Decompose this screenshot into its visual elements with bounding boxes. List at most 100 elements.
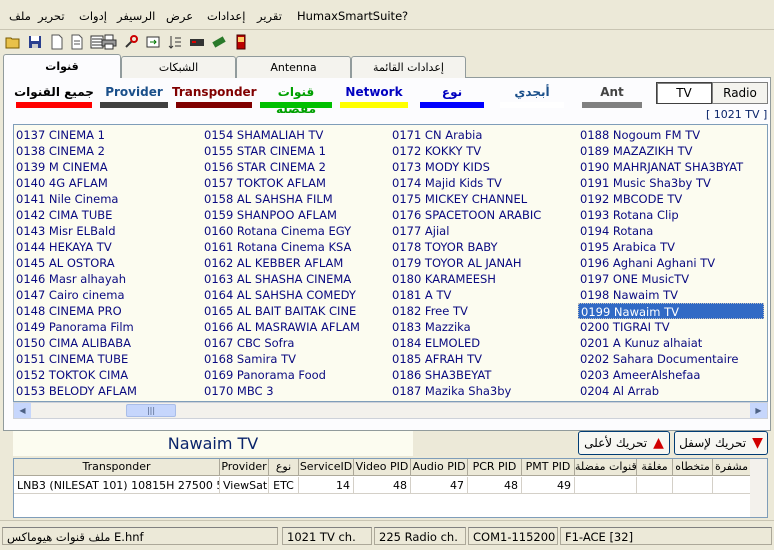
channel-item[interactable]: 0187 Mazika Sha3by (390, 383, 576, 399)
channel-item[interactable]: 0170 MBC 3 (202, 383, 388, 399)
subtab-type[interactable]: نوع (416, 84, 488, 108)
channel-item[interactable]: 0192 MBCODE TV (578, 191, 764, 207)
channel-item[interactable]: 0184 ELMOLED (390, 335, 576, 351)
channel-item[interactable]: 0194 Rotana (578, 223, 764, 239)
col-header-skipped[interactable]: متخطاه (673, 459, 713, 476)
channel-item[interactable]: 0172 KOKKY TV (390, 143, 576, 159)
subtab-alphabetical[interactable]: أبجدي (496, 84, 568, 108)
channel-item[interactable]: 0198 Nawaim TV (578, 287, 764, 303)
channel-item[interactable]: 0155 STAR CINEMA 1 (202, 143, 388, 159)
channel-item[interactable]: 0141 Nile Cinema (14, 191, 200, 207)
channel-item[interactable]: 0201 A Kunuz alhaiat (578, 335, 764, 351)
channel-item[interactable]: 0137 CINEMA 1 (14, 127, 200, 143)
channel-item[interactable]: 0182 Free TV (390, 303, 576, 319)
channel-item[interactable]: 0204 Al Arrab (578, 383, 764, 399)
channel-item[interactable]: 0146 Masr alhayah (14, 271, 200, 287)
channel-item[interactable]: 0168 Samira TV (202, 351, 388, 367)
tab-antenna[interactable]: Antenna (236, 56, 351, 78)
scroll-left-icon[interactable]: ◀ (14, 403, 31, 418)
channel-item[interactable]: 0202 Sahara Documentaire (578, 351, 764, 367)
transfer-icon[interactable] (144, 33, 162, 51)
channel-item[interactable]: 0154 SHAMALIAH TV (202, 127, 388, 143)
channel-item[interactable]: 0177 Ajial (390, 223, 576, 239)
menu-settings[interactable]: إعدادات (207, 9, 245, 23)
wrench-icon[interactable] (122, 33, 140, 51)
move-down-button[interactable]: تحريك لإسفل ▼ (674, 431, 768, 455)
channel-item[interactable]: 0167 CBC Sofra (202, 335, 388, 351)
subtab-all-channels[interactable]: جميع القنوات (12, 84, 96, 108)
subtab-network[interactable]: Network (336, 84, 412, 108)
channel-item[interactable]: 0142 CIMA TUBE (14, 207, 200, 223)
menu-receiver[interactable]: الرسيفر (117, 9, 155, 23)
channel-list[interactable]: 0137 CINEMA 1 0138 CINEMA 2 0139 M CINEMA 0… (13, 124, 768, 402)
channel-item[interactable]: 0140 4G AFLAM (14, 175, 200, 191)
col-header-pcr-pid[interactable]: PCR PID (468, 459, 522, 476)
receiver-icon[interactable] (188, 33, 206, 51)
cell-pcr-pid[interactable]: 48 (468, 477, 522, 494)
channel-item[interactable]: 0165 AL BAIT BAITAK CINE (202, 303, 388, 319)
cell-pmt-pid[interactable]: 49 (522, 477, 575, 494)
channel-item[interactable]: 0139 M CINEMA (14, 159, 200, 175)
subtab-favorites[interactable]: قنوات مفضلة (256, 84, 336, 116)
channel-item[interactable]: 0153 BELODY AFLAM (14, 383, 200, 399)
channel-item[interactable]: 0190 MAHRJANAT SHA3BYAT (578, 159, 764, 175)
channel-item[interactable]: 0143 Misr ELBald (14, 223, 200, 239)
channel-item[interactable]: 0178 TOYOR BABY (390, 239, 576, 255)
col-header-provider[interactable]: Provider (220, 459, 269, 476)
tab-networks[interactable]: الشبكات (121, 56, 236, 78)
col-header-locked[interactable]: مغلقة (637, 459, 673, 476)
channel-item[interactable]: 0183 Mazzika (390, 319, 576, 335)
cell-type[interactable]: ETC (269, 477, 299, 494)
col-header-serviceid[interactable]: ServiceID (299, 459, 354, 476)
grid-vscrollbar[interactable] (750, 459, 767, 517)
channel-item[interactable]: 0186 SHA3BEYAT (390, 367, 576, 383)
cell-skipped[interactable] (673, 477, 713, 494)
channel-item[interactable]: 0152 TOKTOK CIMA (14, 367, 200, 383)
channel-item[interactable]: 0185 AFRAH TV (390, 351, 576, 367)
channel-item[interactable]: 0157 TOKTOK AFLAM (202, 175, 388, 191)
subtab-transponder[interactable]: Transponder (172, 84, 257, 108)
open-folder-icon[interactable] (4, 33, 22, 51)
channel-item[interactable]: 0150 CIMA ALIBABA (14, 335, 200, 351)
channel-item[interactable]: 0189 MAZAZIKH TV (578, 143, 764, 159)
channel-item[interactable]: 0200 TIGRAI TV (578, 319, 764, 335)
channel-item[interactable]: 0158 AL SAHSHA FILM (202, 191, 388, 207)
channel-item[interactable]: 0193 Rotana Clip (578, 207, 764, 223)
cell-locked[interactable] (637, 477, 673, 494)
channel-item[interactable]: 0196 Aghani Aghani TV (578, 255, 764, 271)
tab-menu-settings[interactable]: إعدادات القائمة (351, 56, 466, 78)
tab-channels[interactable]: قنوات (3, 54, 121, 78)
scroll-thumb[interactable]: ||| (126, 404, 176, 417)
channel-item[interactable]: 0147 Cairo cinema (14, 287, 200, 303)
col-header-type[interactable]: نوع (269, 459, 299, 476)
col-header-audio-pid[interactable]: Audio PID (411, 459, 468, 476)
cell-favorites[interactable] (575, 477, 637, 494)
channel-item[interactable]: 0173 MODY KIDS (390, 159, 576, 175)
channel-item[interactable]: 0162 AL KEBBER AFLAM (202, 255, 388, 271)
channel-item[interactable]: 0144 HEKAYA TV (14, 239, 200, 255)
channel-item[interactable]: 0195 Arabica TV (578, 239, 764, 255)
col-header-scrambled[interactable]: مشفرة (713, 459, 751, 476)
col-header-video-pid[interactable]: Video PID (354, 459, 411, 476)
cell-provider[interactable]: ViewSat (220, 477, 269, 494)
col-header-pmt-pid[interactable]: PMT PID (522, 459, 575, 476)
cell-video-pid[interactable]: 48 (354, 477, 411, 494)
channel-item[interactable]: 0197 ONE MusicTV (578, 271, 764, 287)
print-icon[interactable] (100, 33, 118, 51)
channel-item[interactable]: 0160 Rotana Cinema EGY (202, 223, 388, 239)
channel-item[interactable]: 0138 CINEMA 2 (14, 143, 200, 159)
channel-item[interactable]: 0161 Rotana Cinema KSA (202, 239, 388, 255)
channel-item[interactable]: 0175 MICKEY CHANNEL (390, 191, 576, 207)
scroll-right-icon[interactable]: ▶ (750, 403, 767, 418)
menu-report[interactable]: تقرير (257, 9, 282, 23)
cell-serviceid[interactable]: 14 (299, 477, 354, 494)
menu-file[interactable]: ملف (9, 9, 31, 23)
menu-edit[interactable]: تحرير (38, 9, 65, 23)
radio-toggle[interactable]: Radio (712, 82, 768, 104)
channel-item[interactable]: 0199 Nawaim TV (578, 303, 764, 319)
channel-list-hscrollbar[interactable]: ◀ ||| ▶ (13, 402, 768, 419)
channel-item[interactable]: 0164 AL SAHSHA COMEDY (202, 287, 388, 303)
document-icon[interactable] (68, 33, 86, 51)
menu-tools[interactable]: إدوات (79, 9, 107, 23)
channel-item[interactable]: 0188 Nogoum FM TV (578, 127, 764, 143)
